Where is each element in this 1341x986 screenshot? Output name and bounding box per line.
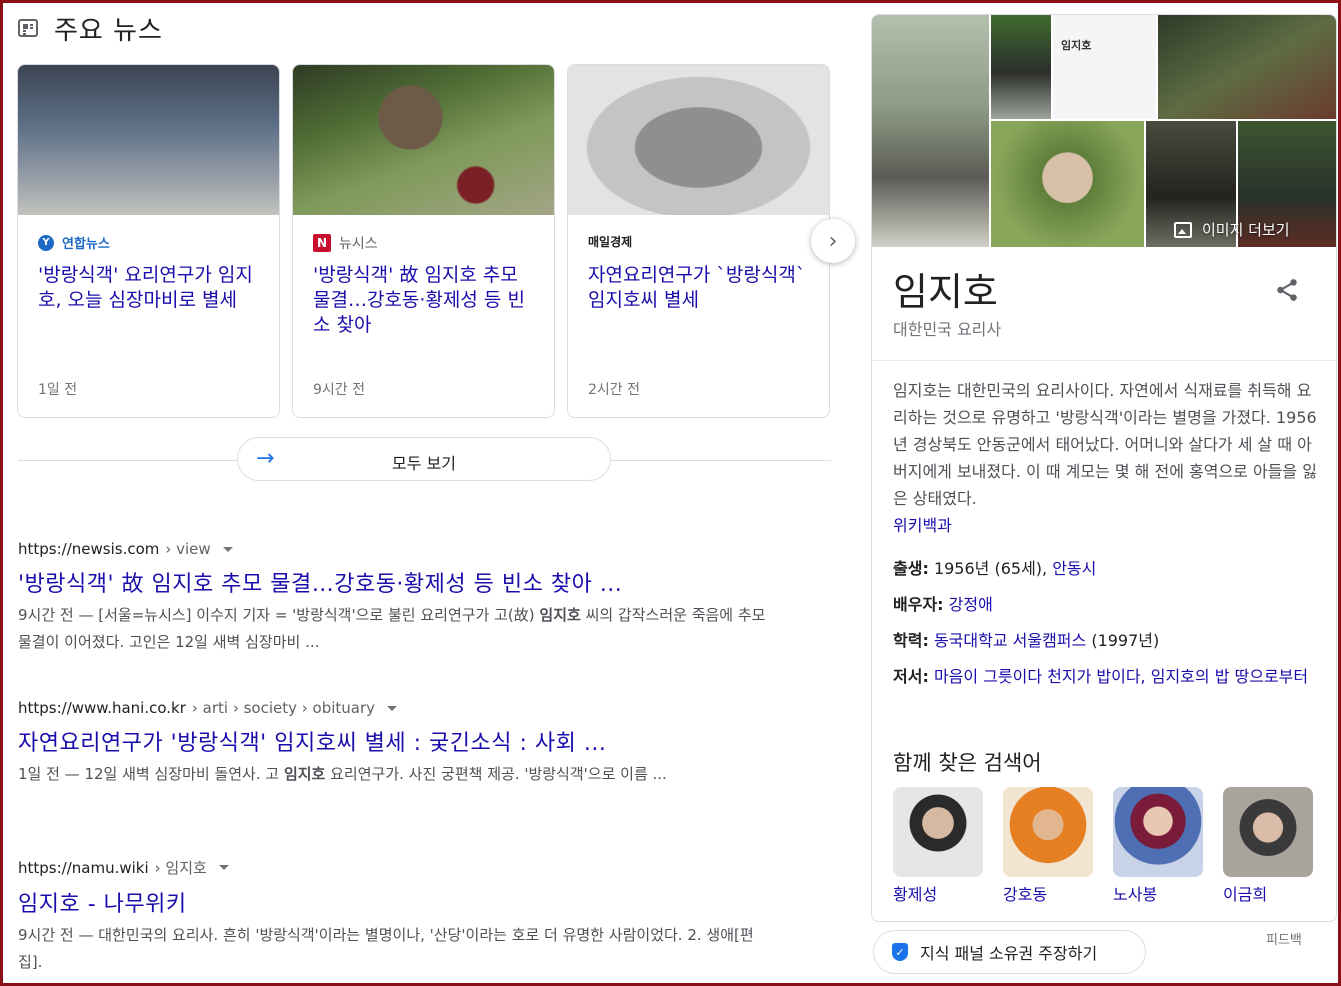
result-cite: https://newsis.com › view — [18, 540, 778, 558]
top-news-title: 주요 뉴스 — [54, 15, 163, 46]
result-title-link[interactable]: 자연요리연구가 '방랑식객' 임지호씨 별세 : 궂긴소식 : 사회 ... — [18, 725, 778, 757]
chevron-right-icon: › — [828, 228, 838, 254]
person-photo — [1113, 787, 1203, 877]
result-path: › view — [165, 540, 211, 558]
person-name: 이금희 — [1223, 885, 1268, 904]
news-source-name: 매일경제 — [588, 235, 633, 249]
description-text: 임지호는 대한민국의 요리사이다. 자연에서 식재료를 취득해 요리하는 것으로… — [893, 381, 1317, 508]
claim-panel-button[interactable]: ✓ 지식 패널 소유권 주장하기 — [873, 930, 1146, 974]
search-result-3: https://namu.wiki › 임지호 임지호 - 나무위키 9시간 전… — [18, 857, 778, 976]
news-source: 매일경제 — [588, 233, 632, 250]
person-photo — [1003, 787, 1093, 877]
result-snippet: 1일 전 — 12일 새벽 심장마비 돌연사. 고 임지호 요리연구가. 사진 … — [18, 765, 667, 783]
panel-image-2[interactable] — [991, 15, 1051, 119]
result-domain: https://www.hani.co.kr — [18, 699, 186, 717]
yonhap-logo-icon: Y — [38, 234, 54, 251]
result-title-link[interactable]: '방랑식객' 故 임지호 추모 물결…강호동·황제성 등 빈소 찾아 ... — [18, 566, 778, 598]
news-time: 1일 전 — [38, 382, 78, 398]
news-source-name: 뉴시스 — [339, 236, 378, 252]
born-place-link[interactable]: 안동시 — [1052, 559, 1096, 578]
caret-down-icon[interactable] — [222, 546, 233, 552]
news-card-2[interactable]: N 뉴시스 '방랑식객' 故 임지호 추모 물결…강호동·황제성 등 빈소 찾아… — [292, 64, 555, 418]
news-headline[interactable]: '방랑식객' 요리연구가 임지호, 오늘 심장마비로 별세 — [38, 263, 261, 313]
more-images-button[interactable]: 이미지 더보기 — [1174, 219, 1290, 240]
result-snippet: 9시간 전 — 대한민국의 요리사. 흔히 '방랑식객'이라는 별명이나, '산… — [18, 926, 754, 971]
news-headline[interactable]: 자연요리연구가 `방랑식객` 임지호씨 별세 — [588, 263, 811, 313]
carousel-next-button[interactable]: › — [811, 219, 855, 263]
person-name: 강호동 — [1003, 885, 1048, 904]
top-news-header: 주요 뉴스 — [18, 10, 163, 46]
news-source: N 뉴시스 — [313, 233, 378, 253]
news-time: 9시간 전 — [313, 382, 365, 398]
view-all-button[interactable]: → 모두 보기 — [237, 437, 611, 481]
news-card-1[interactable]: Y 연합뉴스 '방랑식객' 요리연구가 임지호, 오늘 심장마비로 별세 1일 … — [17, 64, 280, 418]
result-path: › 임지호 — [154, 859, 207, 877]
news-card-image — [293, 65, 554, 215]
person-photo — [1223, 787, 1313, 877]
news-source: Y 연합뉴스 — [38, 233, 110, 252]
image-icon — [1174, 221, 1192, 238]
result-title-link[interactable]: 임지호 - 나무위키 — [18, 886, 778, 918]
claim-label: 지식 패널 소유권 주장하기 — [920, 944, 1098, 963]
caret-down-icon[interactable] — [218, 865, 229, 870]
view-all-label: 모두 보기 — [392, 454, 456, 473]
entity-name: 임지호 — [893, 270, 998, 314]
result-cite: https://www.hani.co.kr › arti › society … — [18, 699, 778, 717]
more-images-label: 이미지 더보기 — [1202, 221, 1290, 239]
panel-image-3[interactable]: 임지호 — [1053, 15, 1156, 119]
divider — [872, 360, 1336, 361]
newsis-logo-icon: N — [313, 234, 331, 252]
panel-image-1[interactable] — [872, 15, 989, 247]
fact-born: 출생: 1956년 (65세), 안동시 — [893, 559, 1097, 578]
image-card-name: 임지호 — [1061, 39, 1092, 52]
fact-works: 저서: 마음이 그릇이다 천지가 밥이다, 임지호의 밥 땅으로부터 — [893, 667, 1309, 686]
result-snippet: 9시간 전 — [서울=뉴시스] 이수지 기자 = '방랑식객'으로 불린 요리… — [18, 606, 766, 651]
related-person-2[interactable]: 강호동 — [1003, 787, 1093, 905]
result-cite: https://namu.wiki › 임지호 — [18, 857, 778, 878]
result-domain: https://namu.wiki — [18, 858, 149, 877]
related-person-4[interactable]: 이금희 — [1223, 787, 1313, 905]
wikipedia-link[interactable]: 위키백과 — [893, 512, 1319, 539]
news-card-image — [18, 65, 279, 215]
knowledge-panel: 임지호 이미지 더보기 임지호 대한민국 요리사 임지호는 대한민국의 요리사이… — [871, 14, 1337, 922]
spouse-link[interactable]: 강정애 — [949, 595, 993, 614]
panel-image-5[interactable] — [991, 121, 1144, 247]
search-result-2: https://www.hani.co.kr › arti › society … — [18, 699, 778, 788]
news-time: 2시간 전 — [588, 382, 640, 398]
fact-spouse: 배우자: 강정애 — [893, 595, 993, 614]
person-name: 노사봉 — [1113, 885, 1158, 904]
works-link[interactable]: 마음이 그릇이다 천지가 밥이다, 임지호의 밥 땅으로부터 — [934, 667, 1308, 686]
feedback-link[interactable]: 피드백 — [1266, 929, 1302, 948]
newspaper-icon — [18, 19, 38, 37]
search-result-1: https://newsis.com › view '방랑식객' 故 임지호 추… — [18, 540, 778, 656]
news-card-3[interactable]: 매일경제 자연요리연구가 `방랑식객` 임지호씨 별세 2시간 전 — [567, 64, 830, 418]
related-person-1[interactable]: 황제성 — [893, 787, 983, 905]
education-link[interactable]: 동국대학교 서울캠퍼스 — [934, 631, 1086, 650]
result-path: › arti › society › obituary — [191, 699, 376, 717]
fact-education: 학력: 동국대학교 서울캠퍼스 (1997년) — [893, 631, 1160, 650]
caret-down-icon[interactable] — [387, 705, 398, 711]
news-card-image — [568, 65, 829, 215]
panel-image-4[interactable] — [1158, 15, 1336, 119]
news-headline[interactable]: '방랑식객' 故 임지호 추모 물결…강호동·황제성 등 빈소 찾아 — [313, 263, 536, 338]
person-name: 황제성 — [893, 885, 938, 904]
verified-shield-icon: ✓ — [892, 943, 908, 961]
result-domain: https://newsis.com — [18, 540, 160, 558]
entity-description: 임지호는 대한민국의 요리사이다. 자연에서 식재료를 취득해 요리하는 것으로… — [893, 377, 1319, 539]
person-photo — [893, 787, 983, 877]
news-source-name: 연합뉴스 — [62, 237, 110, 252]
entity-subtitle: 대한민국 요리사 — [893, 320, 1002, 339]
also-searched-title: 함께 찾은 검색어 — [893, 751, 1042, 775]
share-icon[interactable] — [1274, 277, 1300, 303]
related-person-3[interactable]: 노사봉 — [1113, 787, 1203, 905]
